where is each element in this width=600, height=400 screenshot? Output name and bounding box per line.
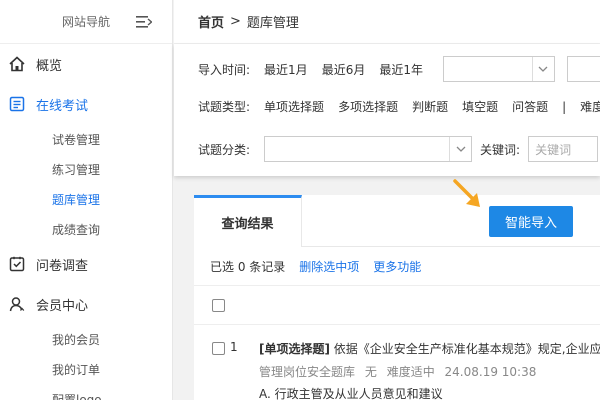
question-difficulty: 难度适中 xyxy=(386,365,435,379)
sidebar-title: 网站导航 xyxy=(61,15,110,29)
type-fill-blank[interactable]: 填空题 xyxy=(462,98,498,115)
breadcrumb-home[interactable]: 首页 xyxy=(198,12,224,31)
type-single-choice[interactable]: 单项选择题 xyxy=(264,98,324,115)
question-type: [单项选择题] xyxy=(259,342,330,356)
sidebar: 网站导航 概览 在线考试 试卷管理 练习管理 题库管理 成绩查询 问卷调查 会员… xyxy=(0,0,173,400)
tab-query-results[interactable]: 查询结果 xyxy=(194,195,302,247)
filter-row-import-time: 导入时间: 最近1月 最近6月 最近1年 xyxy=(198,56,600,82)
sidebar-subitem-paper-management[interactable]: 试卷管理 xyxy=(0,124,172,154)
table-row: 1 [单项选择题] 依据《企业安全生产标准化基本规范》规定,企业应 管理岗位安全… xyxy=(194,325,600,400)
sidebar-item-survey[interactable]: 问卷调查 xyxy=(0,244,172,284)
sidebar-subitem-score-query[interactable]: 成绩查询 xyxy=(0,214,172,244)
type-multiple-choice[interactable]: 多项选择题 xyxy=(338,98,398,115)
results-panel: 查询结果 智能导入 已选 0 条记录 删除选中项 更多功能 1 [单项选择题] … xyxy=(194,195,600,400)
import-time-1-year[interactable]: 最近1年 xyxy=(379,61,423,78)
sidebar-subitem-my-members[interactable]: 我的会员 xyxy=(0,324,172,354)
sidebar-subitem-logo-config[interactable]: 配置logo xyxy=(0,384,172,400)
sidebar-item-overview[interactable]: 概览 xyxy=(0,44,172,84)
type-essay[interactable]: 问答题 xyxy=(512,98,548,115)
type-divider: | xyxy=(562,99,567,114)
sidebar-header: 网站导航 xyxy=(0,0,172,44)
sidebar-subitem-my-orders[interactable]: 我的订单 xyxy=(0,354,172,384)
keyword-input[interactable]: 关键词 xyxy=(528,136,599,162)
breadcrumb-current: 题库管理 xyxy=(246,16,299,31)
select-all-checkbox[interactable] xyxy=(212,298,225,312)
filter-row-question-type: 试题类型: 单项选择题 多项选择题 判断题 填空题 问答题 | 难度 xyxy=(198,98,600,115)
exam-icon xyxy=(9,96,25,112)
filter-row-category: 试题分类: 关键词: 关键词 xyxy=(198,136,599,162)
import-time-6-months[interactable]: 最近6月 xyxy=(322,61,366,78)
sidebar-item-label: 在线考试 xyxy=(36,98,89,114)
user-icon xyxy=(9,297,25,312)
breadcrumb: 首页 > 题库管理 xyxy=(174,0,600,44)
type-true-false[interactable]: 判断题 xyxy=(412,98,448,115)
question-option: A. 行政主管及从业人员意见和建议 xyxy=(259,387,443,400)
import-time-label: 导入时间: xyxy=(198,62,251,77)
question-meta: 管理岗位安全题库 无 难度适中 24.08.19 10:38 xyxy=(259,363,542,380)
home-icon xyxy=(9,56,25,72)
difficulty-filter-label[interactable]: 难度 xyxy=(580,98,600,115)
start-date-select[interactable] xyxy=(442,56,555,82)
results-toolbar: 已选 0 条记录 删除选中项 更多功能 xyxy=(194,247,600,285)
keyword-label: 关键词: xyxy=(480,142,521,157)
filter-panel: 导入时间: 最近1月 最近6月 最近1年 试题类型: 单项选择题 多项选择题 判… xyxy=(174,44,600,176)
breadcrumb-separator: > xyxy=(230,14,241,29)
sidebar-subitem-practice-management[interactable]: 练习管理 xyxy=(0,154,172,184)
row-number: 1 xyxy=(230,340,238,354)
sidebar-item-member-center[interactable]: 会员中心 xyxy=(0,284,172,324)
sidebar-item-label: 问卷调查 xyxy=(36,258,89,274)
end-date-select[interactable] xyxy=(566,56,600,82)
arrow-pointer-icon xyxy=(453,179,480,207)
sidebar-item-label: 会员中心 xyxy=(36,298,89,314)
question-type-label: 试题类型: xyxy=(198,100,251,114)
question-title[interactable]: [单项选择题] 依据《企业安全生产标准化基本规范》规定,企业应 xyxy=(259,340,600,357)
more-functions-link[interactable]: 更多功能 xyxy=(373,258,421,275)
chevron-down-icon xyxy=(531,57,554,81)
table-header xyxy=(194,285,600,325)
row-checkbox[interactable] xyxy=(212,342,225,355)
sidebar-item-online-exam[interactable]: 在线考试 xyxy=(0,84,172,124)
category-label: 试题分类: xyxy=(198,142,251,157)
menu-toggle-icon[interactable] xyxy=(136,15,152,29)
import-time-1-month[interactable]: 最近1月 xyxy=(264,61,308,78)
sidebar-subitem-question-bank[interactable]: 题库管理 xyxy=(0,184,172,214)
sidebar-item-label: 概览 xyxy=(36,58,63,74)
results-tabbar: 查询结果 智能导入 xyxy=(194,195,600,247)
question-date: 24.08.19 10:38 xyxy=(444,365,537,379)
smart-import-button[interactable]: 智能导入 xyxy=(489,206,573,237)
category-select[interactable] xyxy=(264,136,473,162)
question-text: 依据《企业安全生产标准化基本规范》规定,企业应 xyxy=(329,342,600,356)
question-bank: 管理岗位安全题库 xyxy=(259,365,356,379)
survey-icon xyxy=(9,256,25,272)
chevron-down-icon xyxy=(449,137,471,161)
main-content: 首页 > 题库管理 导入时间: 最近1月 最近6月 最近1年 试题类型: 单项选… xyxy=(174,0,600,400)
delete-selected-link[interactable]: 删除选中项 xyxy=(299,258,359,275)
selected-count: 已选 0 条记录 xyxy=(210,259,286,274)
question-category: 无 xyxy=(364,365,377,379)
